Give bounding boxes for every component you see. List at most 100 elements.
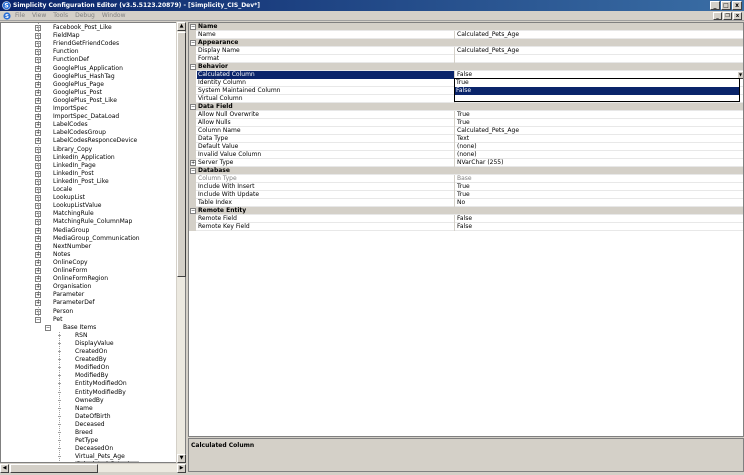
property-row-invalid-value-column[interactable]: Invalid Value Column (none) — [189, 151, 743, 159]
property-value[interactable]: False — [456, 223, 743, 231]
calculated-column-dropdown-list[interactable]: True False — [454, 78, 740, 102]
document-icon[interactable]: S — [3, 12, 11, 20]
menu-item-window[interactable]: Window — [102, 12, 126, 20]
tree-item-label: Function — [53, 48, 79, 56]
property-value[interactable]: Calculated_Pets_Age — [456, 47, 743, 55]
column-divider[interactable] — [454, 127, 455, 135]
collapse-icon[interactable]: − — [190, 104, 196, 110]
row-gutter: + — [189, 159, 196, 167]
column-divider[interactable] — [454, 175, 455, 183]
property-row-column-name[interactable]: Column Name Calculated_Pets_Age — [189, 127, 743, 135]
scroll-up-arrow-icon[interactable]: ▲ — [177, 22, 186, 31]
tree-vertical-scrollbar[interactable]: ▲ ▼ — [176, 22, 186, 463]
property-name: Remote Field — [198, 215, 237, 222]
maximize-button[interactable]: □ — [721, 1, 731, 10]
column-divider[interactable] — [454, 191, 455, 199]
minimize-button[interactable]: _ — [710, 1, 720, 10]
tree-hscroll-thumb[interactable] — [10, 464, 98, 473]
property-value[interactable] — [456, 55, 743, 63]
title-bar: S Simplicity Configuration Editor (v3.5.… — [0, 0, 744, 11]
property-value[interactable]: Calculated_Pets_Age — [456, 127, 743, 135]
description-title: Calculated Column — [191, 442, 255, 449]
property-value[interactable]: (none) — [456, 151, 743, 159]
property-row-server-type[interactable]: + Server Type NVarChar (255) — [189, 159, 743, 167]
document-minimize-button[interactable]: _ — [713, 12, 722, 20]
collapse-icon[interactable]: − — [190, 168, 196, 174]
property-value[interactable]: True — [456, 119, 743, 127]
property-row-format[interactable]: Format — [189, 55, 743, 63]
tree-item-label: Name — [75, 404, 93, 412]
property-row-default-value[interactable]: Default Value (none) — [189, 143, 743, 151]
collapse-icon[interactable]: − — [190, 40, 196, 46]
column-divider[interactable] — [454, 183, 455, 191]
document-close-button[interactable]: x — [733, 12, 742, 20]
category-data-field[interactable]: − Data Field — [189, 103, 743, 111]
column-divider[interactable] — [454, 135, 455, 143]
menu-item-debug[interactable]: Debug — [75, 12, 95, 20]
property-value[interactable]: Text — [456, 135, 743, 143]
property-row-remote-field[interactable]: Remote Field False — [189, 215, 743, 223]
tree-horizontal-scrollbar[interactable]: ◀ ▶ — [0, 463, 186, 473]
tree-item-label: MediaGroup_Communication — [53, 234, 140, 242]
scroll-left-arrow-icon[interactable]: ◀ — [0, 464, 9, 473]
column-divider[interactable] — [454, 215, 455, 223]
column-divider[interactable] — [454, 31, 455, 39]
category-behavior[interactable]: − Behavior — [189, 63, 743, 71]
property-row-remote-key-field[interactable]: Remote Key Field False — [189, 223, 743, 231]
property-value[interactable]: True — [456, 183, 743, 191]
property-value[interactable]: (none) — [456, 143, 743, 151]
column-divider[interactable] — [454, 119, 455, 127]
tree-scroll-thumb[interactable] — [177, 32, 186, 277]
document-restore-button[interactable]: ❐ — [723, 12, 732, 20]
column-divider[interactable] — [454, 111, 455, 119]
property-row-name[interactable]: Name Calculated_Pets_Age — [189, 31, 743, 39]
property-row-include-with-insert[interactable]: Include With Insert True — [189, 183, 743, 191]
dropdown-option-true[interactable]: True — [455, 79, 739, 87]
property-row-table-index[interactable]: Table Index No — [189, 199, 743, 207]
scroll-right-arrow-icon[interactable]: ▶ — [177, 464, 186, 473]
column-divider[interactable] — [454, 223, 455, 231]
collapse-icon[interactable]: − — [190, 24, 196, 30]
close-button[interactable]: x — [732, 1, 742, 10]
property-value[interactable]: NVarChar (255) — [456, 159, 743, 167]
entity-tree[interactable]: + Facebook_Post_Like + FieldMap + FriendGetFr… — [0, 22, 186, 463]
dropdown-option-false[interactable]: False — [455, 87, 739, 95]
property-value[interactable]: Calculated_Pets_Age — [456, 31, 743, 39]
property-row-allow-nulls[interactable]: Allow Nulls True — [189, 119, 743, 127]
column-divider[interactable] — [454, 143, 455, 151]
property-value[interactable]: True — [456, 111, 743, 119]
column-divider[interactable] — [454, 151, 455, 159]
tree-item-label: GooglePlus_HashTag — [53, 72, 115, 80]
tree-item-label: Person — [53, 307, 74, 315]
category-database[interactable]: − Database — [189, 167, 743, 175]
category-remote-entity[interactable]: − Remote Entity — [189, 207, 743, 215]
property-row-allow-null-overwrite[interactable]: Allow Null Overwrite True — [189, 111, 743, 119]
tree-item-label: Virtual_Pets_Age — [75, 453, 125, 461]
column-divider[interactable] — [454, 199, 455, 207]
collapse-icon[interactable]: − — [35, 316, 41, 323]
tree-guide-line — [38, 23, 39, 316]
scroll-down-arrow-icon[interactable]: ▼ — [177, 454, 186, 463]
property-value[interactable]: True — [456, 191, 743, 199]
tree-item-label: FieldMap — [53, 32, 80, 40]
property-row-display-name[interactable]: Display Name Calculated_Pets_Age — [189, 47, 743, 55]
menu-item-view[interactable]: View — [32, 12, 46, 20]
column-divider[interactable] — [454, 55, 455, 63]
property-row-include-with-update[interactable]: Include With Update True — [189, 191, 743, 199]
collapse-icon[interactable]: − — [190, 64, 196, 70]
tree-item-label: ModifiedBy — [75, 372, 109, 380]
tree-item-label: ParameterDef — [53, 299, 95, 307]
property-value[interactable]: False — [456, 215, 743, 223]
menu-item-tools[interactable]: Tools — [53, 12, 68, 20]
collapse-icon[interactable]: − — [190, 208, 196, 214]
column-divider[interactable] — [454, 159, 455, 167]
collapse-icon[interactable]: − — [45, 324, 51, 331]
category-name[interactable]: − Name — [189, 23, 743, 31]
column-divider[interactable] — [454, 47, 455, 55]
menu-item-file[interactable]: File — [15, 12, 25, 20]
category-appearance[interactable]: − Appearance — [189, 39, 743, 47]
property-row-data-type[interactable]: Data Type Text — [189, 135, 743, 143]
property-value[interactable]: No — [456, 199, 743, 207]
expand-icon[interactable]: + — [190, 160, 196, 166]
property-row-column-type[interactable]: Column Type Base — [189, 175, 743, 183]
